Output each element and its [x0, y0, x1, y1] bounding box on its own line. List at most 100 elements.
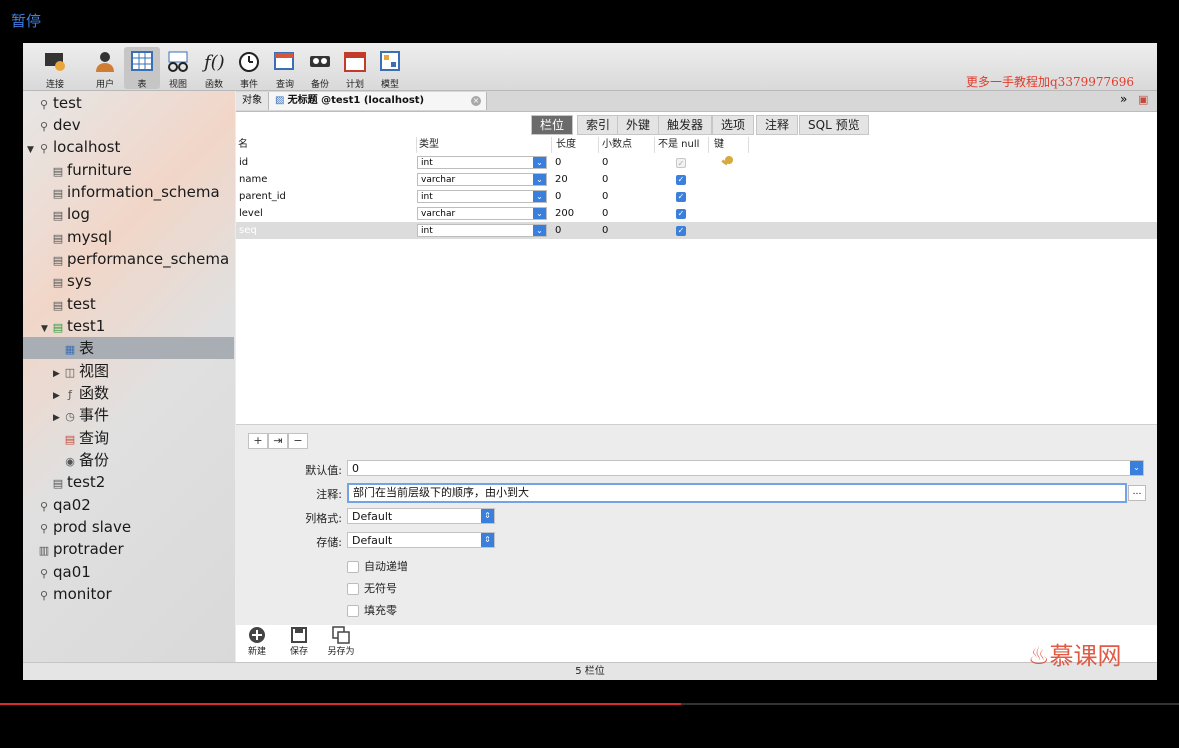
tree-item-test1[interactable]: ▼ ▤ test1 [41, 315, 105, 337]
toolbar-event[interactable]: 事件 [231, 47, 267, 90]
tab-bar: 对象 ▨ 无标题 @test1 (localhost) × » ▣ [236, 91, 1157, 112]
tree-item-backups[interactable]: ◉ 备份 [63, 449, 109, 471]
tree-item-mysql[interactable]: ▤ mysql [51, 226, 112, 248]
column-header-key[interactable]: 键 [712, 137, 749, 153]
tree-item-tables[interactable]: ▦ 表 [23, 337, 234, 359]
unsigned-checkbox[interactable]: 无符号 [347, 580, 397, 596]
storage-select[interactable]: Default ⇕ [347, 532, 495, 548]
more-options-icon[interactable]: … [1128, 485, 1146, 501]
event-icon [239, 52, 259, 72]
new-tab-icon[interactable]: ▣ [1138, 93, 1148, 106]
table-row[interactable]: id int ⌄ 0 0 ✓ [236, 154, 1157, 171]
length-value[interactable]: 0 [555, 222, 561, 239]
field-name[interactable]: seq [239, 222, 257, 239]
table-row[interactable]: level varchar ⌄ 200 0 ✓ [236, 205, 1157, 222]
add-field-button[interactable]: + [248, 433, 268, 449]
toolbar-user[interactable]: 用户 [87, 47, 123, 90]
toolbar-view[interactable]: 视图 [160, 47, 196, 90]
decimals-value[interactable]: 0 [602, 222, 608, 239]
length-value[interactable]: 0 [555, 154, 561, 171]
overflow-chevron-icon[interactable]: » [1120, 92, 1127, 106]
column-header-decimals[interactable]: 小数点 [600, 137, 655, 153]
tree-item-qa01[interactable]: ⚲ qa01 [37, 561, 91, 583]
length-value[interactable]: 200 [555, 205, 574, 222]
decimals-value[interactable]: 0 [602, 205, 608, 222]
not-null-checkbox[interactable]: ✓ [676, 209, 686, 219]
tab-foreign-keys[interactable]: 外键 [617, 115, 660, 135]
tree-item-sys[interactable]: ▤ sys [51, 270, 92, 292]
length-value[interactable]: 20 [555, 171, 568, 188]
field-name[interactable]: id [239, 154, 248, 171]
delete-field-button[interactable]: − [288, 433, 308, 449]
toolbar-query[interactable]: 查询 [267, 47, 303, 90]
field-name[interactable]: level [239, 205, 263, 222]
tree-item-performance-schema[interactable]: ▤ performance_schema [51, 248, 229, 270]
expand-arrow-icon[interactable]: ▶ [53, 407, 63, 429]
tree-item-information-schema[interactable]: ▤ information_schema [51, 181, 220, 203]
tree-item-qa02[interactable]: ⚲ qa02 [37, 494, 91, 516]
tree-item-protrader[interactable]: ▥ protrader [37, 538, 124, 560]
insert-field-button[interactable]: ⇥ [268, 433, 288, 449]
column-header-type[interactable]: 类型 [417, 137, 552, 153]
column-header-not-null[interactable]: 不是 null [656, 137, 709, 153]
tree-item-functions[interactable]: ▶ ƒ 函数 [53, 382, 109, 404]
tree-item-prod-slave[interactable]: ⚲ prod slave [37, 516, 131, 538]
tab-indexes[interactable]: 索引 [577, 115, 620, 135]
toolbar-schedule[interactable]: 计划 [337, 47, 373, 90]
field-name[interactable]: parent_id [239, 188, 286, 205]
not-null-checkbox[interactable]: ✓ [676, 226, 686, 236]
default-value-combo[interactable]: 0 ⌄ [347, 460, 1144, 476]
tab-comment[interactable]: 注释 [756, 115, 799, 135]
decimals-value[interactable]: 0 [602, 154, 608, 171]
length-value[interactable]: 0 [555, 188, 561, 205]
toolbar-model[interactable]: 模型 [372, 47, 408, 90]
toolbar-connection[interactable]: 连接 [37, 47, 73, 90]
tab-triggers[interactable]: 触发器 [658, 115, 713, 135]
type-select[interactable]: varchar ⌄ [417, 173, 547, 186]
toolbar-backup[interactable]: 备份 [302, 47, 338, 90]
tree-item-log[interactable]: ▤ log [51, 203, 90, 225]
tab-objects[interactable]: 对象 [236, 92, 269, 110]
auto-increment-checkbox[interactable]: 自动递增 [347, 558, 408, 574]
tree-item-views[interactable]: ▶ ◫ 视图 [53, 360, 109, 382]
not-null-checkbox[interactable]: ✓ [676, 175, 686, 185]
not-null-checkbox[interactable]: ✓ [676, 192, 686, 202]
type-select[interactable]: int ⌄ [417, 190, 547, 203]
expand-arrow-icon[interactable]: ▼ [27, 139, 37, 161]
tab-sql-preview[interactable]: SQL 预览 [799, 115, 869, 135]
save-button[interactable]: 保存 [279, 626, 319, 657]
decimals-value[interactable]: 0 [602, 171, 608, 188]
table-row[interactable]: name varchar ⌄ 20 0 ✓ [236, 171, 1157, 188]
tab-fields[interactable]: 栏位 [531, 115, 574, 135]
primary-key-icon[interactable] [720, 155, 734, 169]
type-select[interactable]: varchar ⌄ [417, 207, 547, 220]
column-format-select[interactable]: Default ⇕ [347, 508, 495, 524]
close-tab-icon[interactable]: × [471, 96, 481, 106]
tree-item-localhost[interactable]: ▼ ⚲ localhost [27, 136, 120, 158]
tree-item-furniture[interactable]: ▤ furniture [51, 159, 132, 181]
column-header-length[interactable]: 长度 [554, 137, 599, 153]
toolbar-function[interactable]: ƒ() 函数 [196, 47, 232, 90]
type-select[interactable]: int ⌄ [417, 224, 547, 237]
tree-item-queries[interactable]: ▤ 查询 [63, 427, 109, 449]
tab-untitled-table[interactable]: ▨ 无标题 @test1 (localhost) × [269, 92, 487, 110]
not-null-checkbox[interactable]: ✓ [676, 158, 686, 168]
tree-item-test-db[interactable]: ▤ test [51, 293, 96, 315]
table-row[interactable]: parent_id int ⌄ 0 0 ✓ [236, 188, 1157, 205]
tree-item-monitor[interactable]: ⚲ monitor [37, 583, 112, 605]
tree-item-test2[interactable]: ▤ test2 [51, 471, 106, 493]
table-row[interactable]: seq int ⌄ 0 0 ✓ [236, 222, 1157, 239]
field-name[interactable]: name [239, 171, 267, 188]
save-as-button[interactable]: 另存为 [321, 626, 361, 657]
tab-options[interactable]: 选项 [712, 115, 755, 135]
type-select[interactable]: int ⌄ [417, 156, 547, 169]
zerofill-checkbox[interactable]: 填充零 [347, 602, 397, 618]
tree-item-test[interactable]: ⚲ test [37, 92, 82, 114]
column-header-name[interactable]: 名 [236, 137, 417, 153]
decimals-value[interactable]: 0 [602, 188, 608, 205]
new-button[interactable]: 新建 [237, 626, 277, 657]
tree-item-dev[interactable]: ⚲ dev [37, 114, 81, 136]
tree-item-events[interactable]: ▶ ◷ 事件 [53, 404, 109, 426]
toolbar-table[interactable]: 表 [124, 47, 160, 90]
comment-field[interactable]: 部门在当前层级下的顺序，由小到大 [347, 483, 1127, 503]
